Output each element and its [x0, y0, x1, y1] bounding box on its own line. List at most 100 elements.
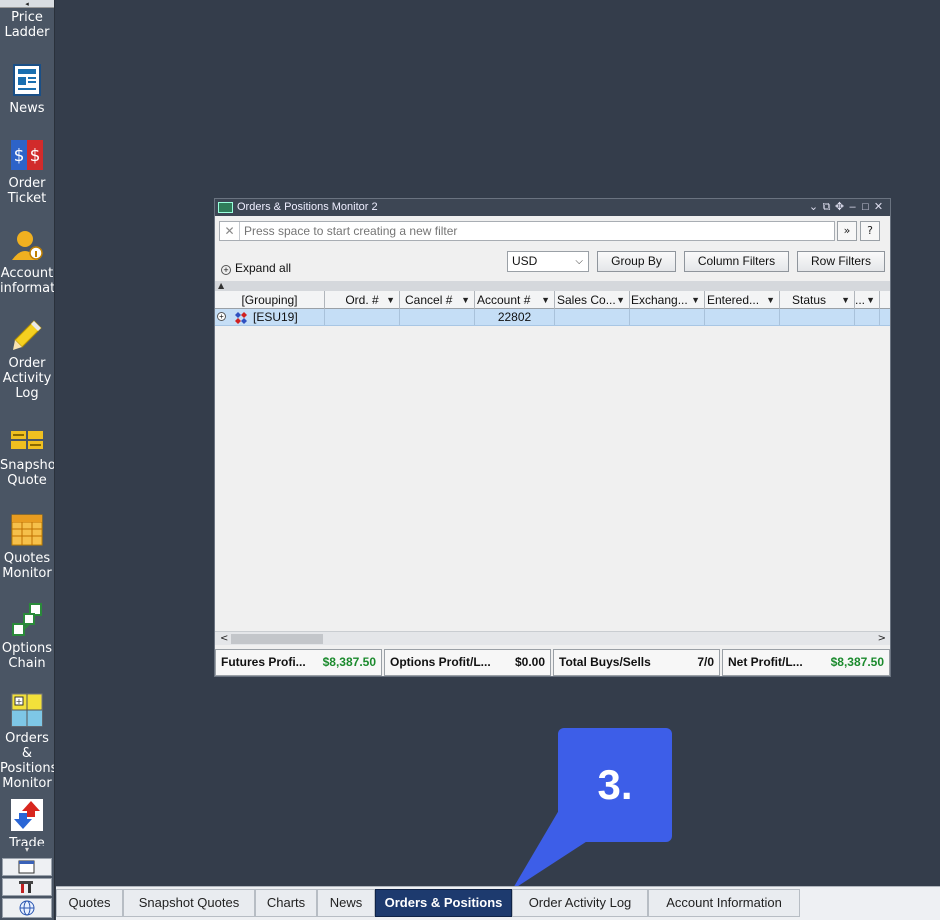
options-chain-icon [10, 603, 44, 637]
scroll-right-icon[interactable]: > [878, 632, 886, 645]
sidebar-item-order-activity-log[interactable]: Order Activity Log [0, 318, 54, 401]
expand-all-label: Expand all [235, 261, 292, 275]
sidebar-item-order-ticket[interactable]: $ $ Order Ticket [0, 138, 54, 206]
column-header-account-number[interactable]: Account # ▼ [475, 291, 555, 309]
chevron-down-icon: ▼ [691, 295, 700, 305]
tab-snapshot-quotes[interactable]: Snapshot Quotes [123, 889, 255, 917]
window-titlebar[interactable]: Orders & Positions Monitor 2 ⌄ ⧉ ✥ – □ ✕ [215, 199, 890, 216]
group-symbol: [ESU19] [253, 310, 298, 324]
expand-all-link[interactable]: + Expand all [221, 261, 291, 275]
plus-circle-icon: + [221, 265, 231, 275]
options-profit-total: Options Profit/L... $0.00 [384, 649, 551, 676]
futures-symbol-icon [235, 312, 247, 324]
chevron-down-icon: ▼ [841, 295, 850, 305]
app-icon [218, 202, 233, 213]
tab-charts[interactable]: Charts [255, 889, 317, 917]
svg-text:$: $ [30, 146, 41, 166]
cell-cancel-number [400, 309, 475, 325]
table-row[interactable]: + [ESU19] 22802 [215, 309, 890, 326]
column-header-exchange[interactable]: Exchang... ▼ [630, 291, 705, 309]
chevron-down-icon: ⌵ [575, 256, 583, 267]
cell-status [780, 309, 855, 325]
column-header-entered[interactable]: Entered... ▼ [705, 291, 780, 309]
cell-sales-code [555, 309, 630, 325]
sidebar-item-snapshot-quote[interactable]: Snapsho Quote [0, 428, 54, 488]
chevron-down-icon: ▼ [866, 295, 875, 305]
expand-row-icon[interactable]: + [217, 312, 226, 321]
net-profit-total: Net Profit/L... $8,387.50 [722, 649, 890, 676]
column-header-order-number[interactable]: Ord. # ▼ [325, 291, 400, 309]
window-layout-icon[interactable] [2, 858, 52, 876]
cell-more [855, 309, 880, 325]
chevron-down-icon: ▼ [541, 295, 550, 305]
column-header-sales-code[interactable]: Sales Co... ▼ [555, 291, 630, 309]
tab-order-activity-log[interactable]: Order Activity Log [512, 889, 648, 917]
futures-profit-total: Futures Profi... $8,387.50 [215, 649, 382, 676]
scrollbar-thumb[interactable] [231, 634, 323, 644]
orders-positions-icon: + [10, 693, 44, 727]
double-chevron-down-icon[interactable]: » [837, 221, 857, 241]
move-icon[interactable]: ✥ [834, 199, 847, 216]
dollar-ticket-icon: $ $ [10, 138, 44, 172]
horizontal-scrollbar[interactable]: < > [215, 631, 890, 645]
sidebar-item-orders-positions-monitor[interactable]: + Orders & Positions Monitor [0, 693, 54, 791]
clear-filter-icon[interactable]: ✕ [220, 222, 240, 240]
news-icon [10, 63, 44, 97]
sidebar-scroll-up-icon[interactable]: ◂ [0, 0, 54, 8]
grid-collapse-strip[interactable]: ▲ [215, 281, 890, 291]
currency-select[interactable]: USD ⌵ [507, 251, 589, 272]
restore-icon[interactable]: ⧉ [821, 199, 834, 216]
sidebar-item-options-chain[interactable]: Options Chain [0, 603, 54, 671]
grid-header: [Grouping] Ord. # ▼ Cancel # ▼ Account # ▼ … [215, 291, 890, 309]
tools-icon[interactable] [2, 878, 52, 896]
sidebar-item-trade[interactable]: Trade [0, 798, 54, 846]
tab-orders-positions[interactable]: Orders & Positions [375, 889, 512, 917]
chevron-down-icon: ▼ [766, 295, 775, 305]
sidebar-item-label: Options Chain [1, 641, 53, 671]
scroll-left-icon[interactable]: < [220, 632, 228, 645]
maximize-icon[interactable]: □ [860, 199, 873, 216]
help-button[interactable]: ? [860, 221, 880, 241]
column-header-grouping[interactable]: [Grouping] [215, 291, 325, 309]
globe-icon[interactable] [2, 898, 52, 918]
trade-arrows-icon [10, 798, 44, 832]
column-filters-button[interactable]: Column Filters [684, 251, 789, 272]
group-by-button[interactable]: Group By [597, 251, 676, 272]
cell-order-number [325, 309, 400, 325]
sidebar-item-label: Order Ticket [7, 176, 47, 206]
sidebar-item-label: News [9, 101, 45, 116]
orders-grid: [Grouping] Ord. # ▼ Cancel # ▼ Account # ▼ … [215, 291, 890, 631]
cell-account-number: 22802 [475, 309, 555, 325]
sidebar-item-quotes-monitor[interactable]: Quotes Monitor [0, 513, 54, 581]
minimize-icon[interactable]: – [847, 199, 860, 216]
sidebar-item-label: Orders & Positions Monitor [0, 731, 54, 791]
window-title: Orders & Positions Monitor 2 [237, 201, 378, 213]
sidebar-item-news[interactable]: News [0, 63, 54, 116]
totals-bar: Futures Profi... $8,387.50 Options Profit… [215, 649, 890, 676]
row-filters-button[interactable]: Row Filters [797, 251, 885, 272]
sidebar-item-label: Account informat [0, 266, 54, 296]
sidebar-item-label: Quotes Monitor [2, 551, 52, 581]
snapshot-quote-icon [10, 428, 44, 454]
pencil-icon [10, 318, 44, 352]
user-info-icon [10, 228, 44, 262]
cell-entered [705, 309, 780, 325]
svg-text:+: + [16, 697, 23, 706]
chevron-down-icon[interactable]: ⌄ [808, 199, 821, 216]
launcher-sidebar: ◂ Price Ladder News $ $ Order Ticket Acco… [0, 0, 55, 920]
sidebar-item-label: Price Ladder [4, 10, 50, 40]
sidebar-scroll-down-icon[interactable]: ▾ [0, 846, 54, 854]
filter-input[interactable] [244, 223, 832, 239]
column-header-status[interactable]: Status ▼ [780, 291, 855, 309]
tab-account-information[interactable]: Account Information [648, 889, 800, 917]
sidebar-item-account-information[interactable]: Account informat [0, 228, 54, 296]
column-header-more[interactable]: ... ▼ [855, 291, 880, 309]
close-icon[interactable]: ✕ [873, 199, 886, 216]
step-callout: 3. [558, 728, 672, 842]
column-header-cancel-number[interactable]: Cancel # ▼ [400, 291, 475, 309]
cell-exchange [630, 309, 705, 325]
tab-news[interactable]: News [317, 889, 375, 917]
chevron-down-icon: ▼ [616, 295, 625, 305]
sidebar-item-price-ladder[interactable]: Price Ladder [0, 10, 54, 40]
tab-quotes[interactable]: Quotes [56, 889, 123, 917]
